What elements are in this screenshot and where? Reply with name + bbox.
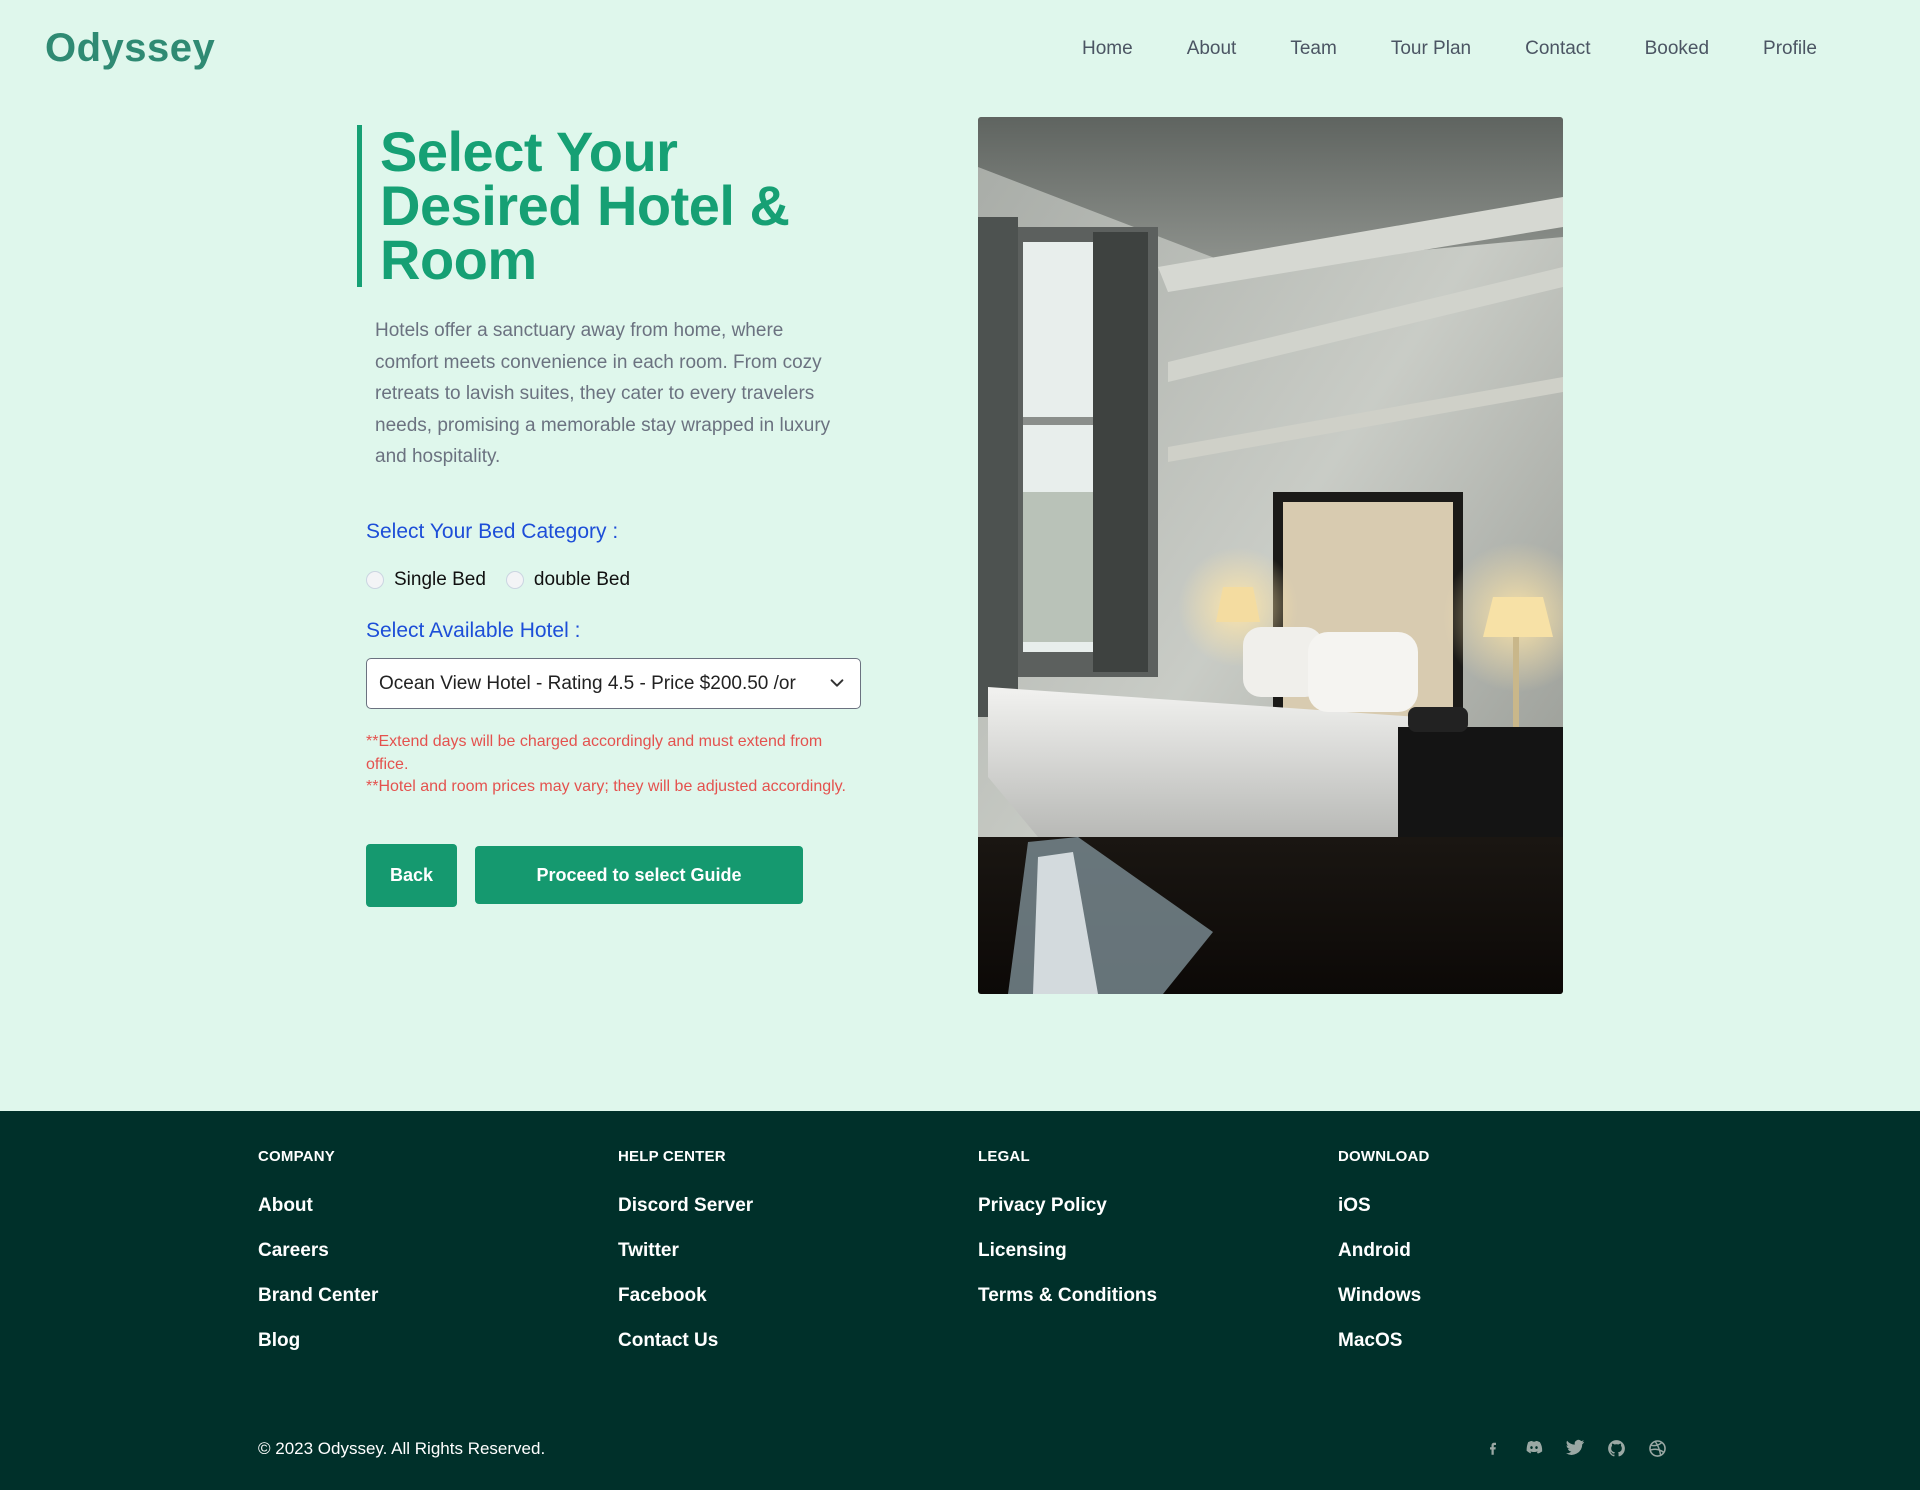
footer-heading: LEGAL [978, 1148, 1030, 1165]
footer-col-company: COMPANY About Careers Brand Center Blog [258, 1148, 378, 1375]
hotel-select-label: Select Available Hotel : [366, 619, 581, 642]
footer-link-twitter[interactable]: Twitter [618, 1240, 753, 1285]
page-description: Hotels offer a sanctuary away from home,… [375, 320, 831, 467]
hotel-select-value: Ocean View Hotel - Rating 4.5 - Price $2… [379, 672, 796, 694]
footer-heading: DOWNLOAD [1338, 1148, 1430, 1165]
footer-link-privacy[interactable]: Privacy Policy [978, 1195, 1157, 1240]
bed-category-label: Select Your Bed Category : [366, 520, 619, 543]
discord-icon[interactable] [1523, 1437, 1545, 1459]
social-links [1482, 1437, 1687, 1459]
hotel-room-image [978, 117, 1563, 994]
double-bed-label[interactable]: double Bed [534, 569, 630, 591]
footer-link-careers[interactable]: Careers [258, 1240, 378, 1285]
footer-link-terms[interactable]: Terms & Conditions [978, 1285, 1157, 1330]
footer-link-brand-center[interactable]: Brand Center [258, 1285, 378, 1330]
nav-contact[interactable]: Contact [1525, 38, 1590, 60]
footer-link-macos[interactable]: MacOS [1338, 1330, 1430, 1375]
nav-home[interactable]: Home [1082, 38, 1133, 60]
single-bed-label[interactable]: Single Bed [394, 569, 486, 591]
dribbble-icon[interactable] [1646, 1437, 1668, 1459]
footer-link-contact-us[interactable]: Contact Us [618, 1330, 753, 1375]
twitter-icon[interactable] [1564, 1437, 1586, 1459]
nav-tour-plan[interactable]: Tour Plan [1391, 38, 1471, 60]
site-footer: COMPANY About Careers Brand Center Blog … [0, 1111, 1920, 1490]
page-title-block: Select Your Desired Hotel & Room [357, 120, 837, 291]
single-bed-radio[interactable] [366, 571, 384, 589]
nav-team[interactable]: Team [1290, 38, 1336, 60]
footer-link-licensing[interactable]: Licensing [978, 1240, 1157, 1285]
brand-logo[interactable]: Odyssey [45, 26, 215, 71]
facebook-icon[interactable] [1482, 1437, 1504, 1459]
footer-link-facebook[interactable]: Facebook [618, 1285, 753, 1330]
footer-heading: COMPANY [258, 1148, 335, 1165]
github-icon[interactable] [1605, 1437, 1627, 1459]
double-bed-radio[interactable] [505, 571, 524, 589]
footer-link-blog[interactable]: Blog [258, 1330, 378, 1375]
footer-col-help: HELP CENTER Discord Server Twitter Faceb… [618, 1148, 753, 1375]
footer-heading: HELP CENTER [618, 1148, 726, 1165]
copyright-text: © 2023 Odyssey. All Rights Reserved. [258, 1439, 546, 1458]
pricing-notes: **Extend days will be charged accordingl… [366, 731, 856, 799]
footer-col-legal: LEGAL Privacy Policy Licensing Terms & C… [978, 1148, 1157, 1330]
footer-link-ios[interactable]: iOS [1338, 1195, 1430, 1240]
main-nav: Home About Team Tour Plan Contact Booked… [1082, 38, 1817, 60]
note-price-vary: **Hotel and room prices may vary; they w… [366, 778, 846, 795]
back-button[interactable]: Back [366, 844, 457, 907]
hotel-select[interactable]: Ocean View Hotel - Rating 4.5 - Price $2… [366, 658, 861, 709]
footer-link-about[interactable]: About [258, 1195, 378, 1240]
nav-booked[interactable]: Booked [1645, 38, 1709, 60]
proceed-to-guide-button[interactable]: Proceed to select Guide [475, 846, 803, 904]
chevron-down-icon [830, 679, 844, 687]
nav-profile[interactable]: Profile [1763, 38, 1817, 60]
note-extend-days: **Extend days will be charged accordingl… [366, 733, 823, 773]
page-title: Select Your Desired Hotel & Room [380, 120, 790, 291]
footer-link-android[interactable]: Android [1338, 1240, 1430, 1285]
nav-about[interactable]: About [1187, 38, 1237, 60]
footer-col-download: DOWNLOAD iOS Android Windows MacOS [1338, 1148, 1430, 1375]
footer-link-discord[interactable]: Discord Server [618, 1195, 753, 1240]
bed-category-radios: Single Bed double Bed [366, 569, 650, 591]
footer-link-windows[interactable]: Windows [1338, 1285, 1430, 1330]
